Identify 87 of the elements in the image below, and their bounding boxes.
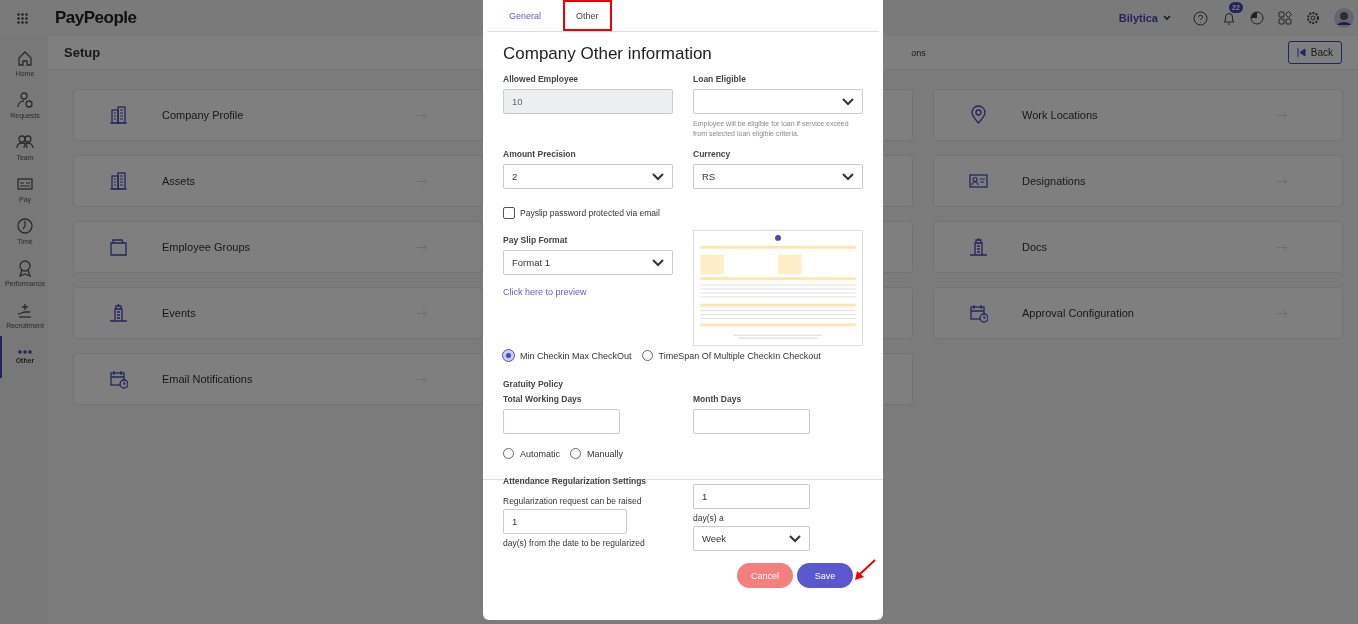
- app-logo: PayPeople: [55, 8, 137, 28]
- settings-icon[interactable]: [1306, 11, 1320, 25]
- card-title: Work Locations: [1022, 109, 1099, 121]
- setup-card[interactable]: Email Notifications: [73, 353, 483, 405]
- calendar-clock-icon: [108, 369, 128, 389]
- help-icon[interactable]: [1193, 10, 1208, 26]
- tab[interactable]: General: [503, 0, 556, 31]
- page-title: Setup: [64, 45, 101, 60]
- field-suffix: day(s) from the date to be regularized: [503, 538, 646, 548]
- building-icon: [108, 171, 128, 191]
- select-field[interactable]: 2: [503, 164, 673, 189]
- setup-card[interactable]: Company Profile: [73, 89, 483, 141]
- section-heading: Gratuity Policy: [503, 379, 564, 389]
- avatar-icon[interactable]: [1334, 8, 1354, 28]
- field-label: Regularization request can be raised: [503, 496, 643, 506]
- select-field[interactable]: Week: [693, 526, 810, 551]
- apps-icon[interactable]: [1278, 11, 1292, 25]
- setup-card[interactable]: Work Locations: [933, 89, 1343, 141]
- field-label: Pay Slip Format: [503, 235, 569, 245]
- radio-label: TimeSpan Of Multiple CheckIn Checkout: [658, 350, 821, 361]
- setup-card[interactable]: Approval Configuration: [933, 287, 1343, 339]
- setup-card[interactable]: Designations: [933, 155, 1343, 207]
- input-field[interactable]: [693, 409, 810, 434]
- location-pin-icon: [968, 105, 988, 125]
- select-field[interactable]: RS: [693, 164, 863, 189]
- setup-card[interactable]: Docs: [933, 221, 1343, 273]
- card-title: Employee Groups: [162, 241, 252, 253]
- folder-icon: [108, 237, 128, 257]
- chevron-down-icon: [842, 172, 854, 181]
- radio-label: Min Checkin Max CheckOut: [520, 350, 632, 361]
- save-button[interactable]: Save: [797, 563, 853, 588]
- card-title: Company Profile: [162, 109, 245, 121]
- person-check-icon: [16, 91, 34, 109]
- pay-slip-icon: [16, 175, 34, 193]
- preview-link[interactable]: Click here to preview: [503, 287, 587, 297]
- input-field[interactable]: [503, 409, 620, 434]
- chevron-down-icon: [842, 97, 854, 106]
- header-text: ons: [911, 47, 926, 58]
- input-field[interactable]: 1: [693, 484, 810, 509]
- home-icon: [16, 49, 34, 67]
- chevron-down-icon: [1163, 15, 1171, 21]
- app-grid-icon[interactable]: [17, 12, 28, 24]
- checkbox-label: Payslip password protected via email: [520, 208, 660, 218]
- field-label: Month Days: [693, 394, 743, 404]
- tab[interactable]: Other: [563, 0, 612, 31]
- card-title: Email Notifications: [162, 373, 254, 385]
- field-label: Loan Eligible: [693, 74, 747, 84]
- field-label: Total Working Days: [503, 394, 583, 404]
- team-icon: [16, 133, 34, 151]
- annotation-arrow-icon: [853, 558, 877, 582]
- field-label: Amount Precision: [503, 149, 577, 159]
- radio-label: Manually: [587, 448, 624, 459]
- company-dropdown[interactable]: Bilytica: [1118, 12, 1171, 24]
- back-button[interactable]: Back: [1287, 41, 1342, 64]
- back-arrow-icon: [1296, 48, 1306, 57]
- cancel-button[interactable]: Cancel: [737, 563, 793, 588]
- chevron-down-icon: [652, 172, 664, 181]
- setup-card[interactable]: Employee Groups: [73, 221, 483, 273]
- building-icon: [108, 105, 128, 125]
- id-card-icon: [968, 171, 988, 191]
- chevron-down-icon: [652, 258, 664, 267]
- calendar-clock-icon: [968, 303, 988, 323]
- chevron-down-icon: [789, 534, 801, 543]
- card-title: Docs: [1022, 241, 1049, 253]
- select-field[interactable]: Format 1: [503, 250, 673, 275]
- pie-chart-icon[interactable]: [1250, 11, 1264, 25]
- card-title: Assets: [162, 175, 196, 187]
- field-label: Currency: [693, 149, 732, 159]
- card-title: Approval Configuration: [1022, 307, 1135, 319]
- bell-icon[interactable]: [1222, 10, 1236, 26]
- setup-card[interactable]: Assets: [73, 155, 483, 207]
- tower-icon: [108, 303, 128, 323]
- setup-card[interactable]: Events: [73, 287, 483, 339]
- checkbox[interactable]: [503, 207, 515, 219]
- more-icon: [18, 350, 32, 354]
- clock-icon: [16, 217, 34, 235]
- field-label: Allowed Employee: [503, 74, 580, 84]
- input-field[interactable]: 1: [503, 509, 627, 534]
- award-icon: [16, 259, 34, 277]
- card-title: Designations: [1022, 175, 1087, 187]
- radio-label: Automatic: [520, 448, 561, 459]
- tower-icon: [968, 237, 988, 257]
- section-heading: Attendance Regularization Settings: [503, 476, 648, 486]
- card-title: Events: [162, 307, 197, 319]
- select-field[interactable]: [693, 89, 863, 114]
- field-label: day(s) a: [693, 513, 725, 523]
- dialog-title: Company Other information: [503, 44, 713, 64]
